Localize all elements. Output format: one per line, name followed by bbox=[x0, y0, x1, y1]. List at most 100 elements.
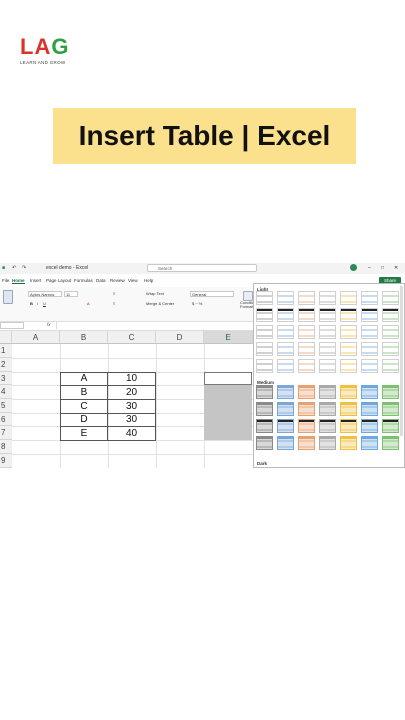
table-style-swatch[interactable] bbox=[319, 402, 336, 416]
row-header-5[interactable]: 5 bbox=[0, 399, 12, 413]
table-style-swatch[interactable] bbox=[340, 325, 357, 339]
table-style-swatch[interactable] bbox=[319, 419, 336, 433]
table-style-swatch[interactable] bbox=[361, 342, 378, 356]
menu-formulas[interactable]: Formulas bbox=[74, 278, 93, 283]
align-left-icon[interactable]: ≡ bbox=[113, 301, 115, 306]
menu-data[interactable]: Data bbox=[96, 278, 106, 283]
table-style-swatch[interactable] bbox=[298, 308, 315, 322]
table-style-swatch[interactable] bbox=[319, 308, 336, 322]
table-style-swatch[interactable] bbox=[340, 436, 357, 450]
table-style-swatch[interactable] bbox=[277, 436, 294, 450]
merge-center-button[interactable]: Merge & Center bbox=[146, 301, 174, 306]
menu-page-layout[interactable]: Page Layout bbox=[46, 278, 71, 283]
minimize-icon[interactable]: – bbox=[368, 265, 371, 271]
table-style-swatch[interactable] bbox=[361, 419, 378, 433]
table-style-swatch[interactable] bbox=[277, 385, 294, 399]
table-style-swatch[interactable] bbox=[340, 419, 357, 433]
table-style-swatch[interactable] bbox=[256, 308, 273, 322]
column-header-e[interactable]: E bbox=[204, 331, 253, 344]
table-style-swatch[interactable] bbox=[382, 291, 399, 305]
font-size-select[interactable]: 11 bbox=[64, 291, 78, 297]
table-cell[interactable]: B bbox=[60, 385, 108, 400]
table-style-swatch[interactable] bbox=[382, 385, 399, 399]
table-style-swatch[interactable] bbox=[277, 402, 294, 416]
table-style-swatch[interactable] bbox=[277, 325, 294, 339]
underline-button[interactable]: U bbox=[43, 301, 46, 306]
column-header-c[interactable]: C bbox=[108, 331, 156, 344]
row-header-3[interactable]: 3 bbox=[0, 372, 12, 385]
table-style-swatch[interactable] bbox=[319, 385, 336, 399]
table-style-swatch[interactable] bbox=[382, 436, 399, 450]
active-cell[interactable] bbox=[204, 372, 252, 385]
menu-review[interactable]: Review bbox=[110, 278, 125, 283]
column-header-a[interactable]: A bbox=[12, 331, 60, 344]
table-cell[interactable]: D bbox=[60, 413, 108, 427]
table-style-swatch[interactable] bbox=[277, 359, 294, 373]
row-header-4[interactable]: 4 bbox=[0, 385, 12, 399]
table-style-swatch[interactable] bbox=[319, 325, 336, 339]
table-style-swatch[interactable] bbox=[298, 385, 315, 399]
table-style-swatch[interactable] bbox=[361, 325, 378, 339]
table-style-swatch[interactable] bbox=[361, 308, 378, 322]
name-box[interactable] bbox=[0, 322, 24, 329]
table-style-swatch[interactable] bbox=[361, 402, 378, 416]
table-cell[interactable]: A bbox=[60, 372, 108, 386]
table-cell[interactable]: 30 bbox=[107, 413, 156, 427]
currency-icon[interactable]: $ ~ % bbox=[192, 301, 202, 306]
bold-button[interactable]: B bbox=[30, 301, 33, 306]
table-style-swatch[interactable] bbox=[340, 342, 357, 356]
number-format-select[interactable]: General bbox=[190, 291, 234, 297]
table-style-swatch[interactable] bbox=[256, 436, 273, 450]
table-style-swatch[interactable] bbox=[361, 359, 378, 373]
table-cell[interactable]: C bbox=[60, 399, 108, 414]
column-header-b[interactable]: B bbox=[60, 331, 108, 344]
table-cell[interactable]: 40 bbox=[107, 426, 156, 441]
row-header-8[interactable]: 8 bbox=[0, 440, 12, 454]
search-input[interactable]: Search bbox=[147, 264, 257, 272]
wrap-text-button[interactable]: Wrap Text bbox=[146, 291, 164, 296]
table-style-swatch[interactable] bbox=[277, 419, 294, 433]
table-style-swatch[interactable] bbox=[382, 419, 399, 433]
row-header-9[interactable]: 9 bbox=[0, 454, 12, 468]
table-style-swatch[interactable] bbox=[298, 325, 315, 339]
table-style-swatch[interactable] bbox=[340, 291, 357, 305]
table-style-swatch[interactable] bbox=[319, 436, 336, 450]
table-style-swatch[interactable] bbox=[298, 402, 315, 416]
gallery-scrollbar[interactable] bbox=[400, 286, 403, 436]
table-style-swatch[interactable] bbox=[256, 325, 273, 339]
table-style-swatch[interactable] bbox=[319, 359, 336, 373]
table-style-swatch[interactable] bbox=[298, 419, 315, 433]
table-style-swatch[interactable] bbox=[256, 359, 273, 373]
italic-button[interactable]: I bbox=[37, 301, 38, 306]
paste-icon[interactable] bbox=[3, 290, 13, 304]
save-icon[interactable]: ■ bbox=[2, 265, 5, 271]
font-color-icon[interactable]: A bbox=[87, 301, 90, 306]
menu-home[interactable]: Home bbox=[12, 278, 25, 284]
row-header-7[interactable]: 7 bbox=[0, 426, 12, 440]
table-style-swatch[interactable] bbox=[382, 359, 399, 373]
table-style-swatch[interactable] bbox=[340, 359, 357, 373]
menu-insert[interactable]: Insert bbox=[30, 278, 41, 283]
table-cell[interactable]: E bbox=[60, 426, 108, 441]
table-style-swatch[interactable] bbox=[340, 308, 357, 322]
table-cell[interactable]: 10 bbox=[107, 372, 156, 386]
table-style-swatch[interactable] bbox=[319, 342, 336, 356]
table-style-swatch[interactable] bbox=[256, 291, 273, 305]
menu-file[interactable]: File bbox=[2, 278, 9, 283]
column-header-d[interactable]: D bbox=[156, 331, 204, 344]
undo-icon[interactable]: ↶ bbox=[12, 265, 16, 271]
table-style-swatch[interactable] bbox=[298, 342, 315, 356]
table-style-swatch[interactable] bbox=[361, 385, 378, 399]
table-style-swatch[interactable] bbox=[277, 342, 294, 356]
table-style-swatch[interactable] bbox=[298, 291, 315, 305]
table-style-swatch[interactable] bbox=[361, 436, 378, 450]
table-style-swatch[interactable] bbox=[382, 402, 399, 416]
table-style-swatch[interactable] bbox=[277, 308, 294, 322]
menu-view[interactable]: View bbox=[128, 278, 138, 283]
row-header-6[interactable]: 6 bbox=[0, 413, 12, 426]
table-style-swatch[interactable] bbox=[382, 308, 399, 322]
font-name-select[interactable]: Aptos Narrow bbox=[28, 291, 62, 297]
close-icon[interactable]: ✕ bbox=[394, 265, 398, 271]
menu-help[interactable]: Help bbox=[144, 278, 153, 283]
fx-icon[interactable]: fx bbox=[47, 322, 51, 327]
